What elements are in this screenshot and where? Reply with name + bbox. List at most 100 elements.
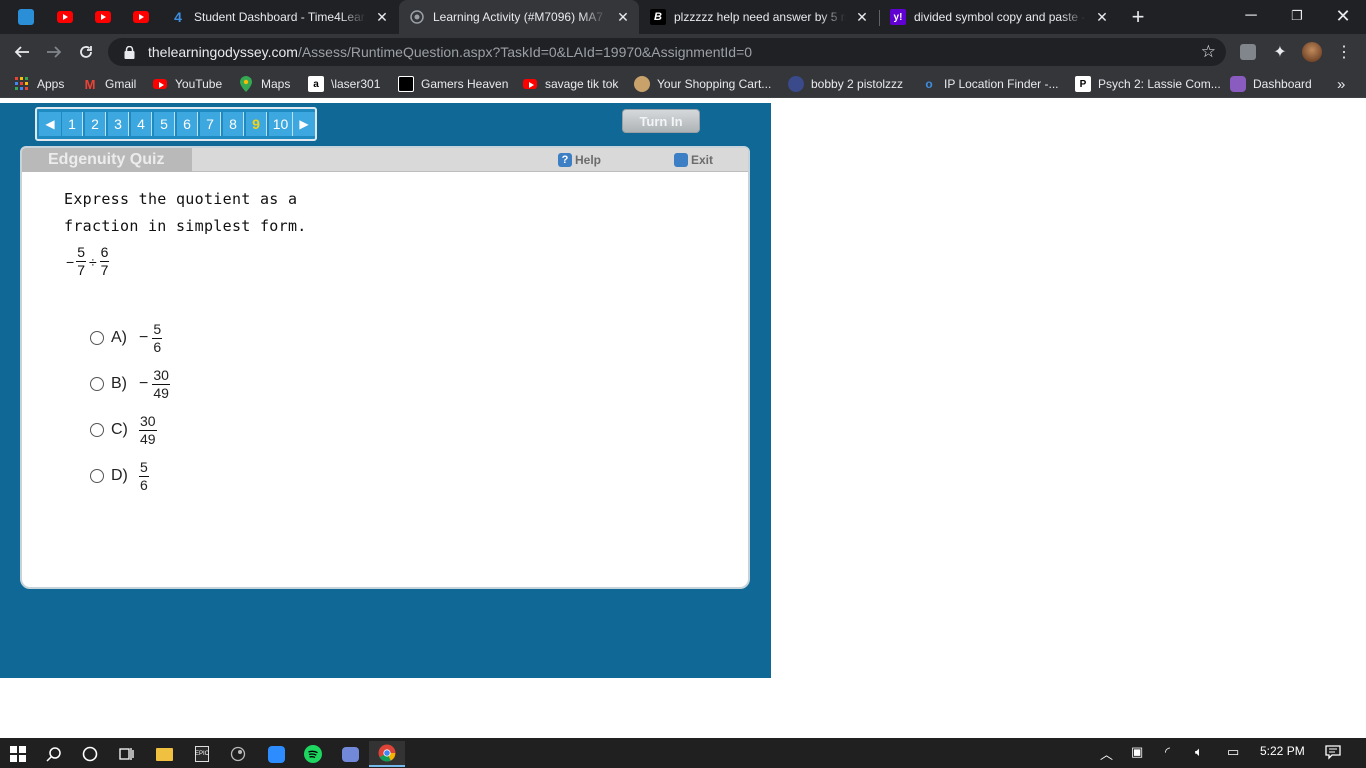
exit-button[interactable]: Exit [674,152,713,168]
close-window-button[interactable]: ✕ [1320,0,1366,32]
restore-button[interactable]: ❐ [1274,0,1320,32]
file-explorer-icon[interactable] [146,741,182,767]
bookmark-ip-location[interactable]: o IP Location Finder -... [921,75,1058,93]
minimize-button[interactable]: ─ [1228,0,1274,32]
close-tab-icon[interactable]: ✕ [613,7,633,27]
close-tab-icon[interactable]: ✕ [1092,7,1112,27]
cortana-icon[interactable] [72,741,108,767]
globe-icon [409,9,425,25]
bookmark-label: Gamers Heaven [421,77,509,91]
help-button[interactable]: ? Help [558,152,601,168]
answer-choice-c[interactable]: C) 30 49 [90,410,157,450]
extensions-puzzle-icon[interactable]: ✦ [1266,38,1294,66]
radio-button[interactable] [90,331,104,345]
yahoo-icon: y! [890,9,906,25]
answer-choice-d[interactable]: D) 5 6 [90,456,149,496]
back-arrow-icon [14,46,29,58]
previous-question-button[interactable]: ◀ [39,112,61,136]
denominator: 49 [153,384,169,401]
extension-button[interactable] [1234,38,1262,66]
bookmark-dashboard[interactable]: Dashboard [1230,75,1312,93]
bookmarks-overflow-button[interactable]: » [1337,75,1345,93]
close-tab-icon[interactable]: ✕ [372,7,392,27]
tab-title: divided symbol copy and paste - [914,10,1086,24]
discord-icon[interactable] [332,741,368,767]
notifications-icon[interactable] [1325,744,1341,763]
question-number-2[interactable]: 2 [85,112,106,136]
bookmark-label: \laser301 [331,77,381,91]
question-navigator: ◀ 1 2 3 4 5 6 7 8 9 10 ▶ [35,107,317,141]
bookmark-star-icon[interactable]: ☆ [1201,42,1216,62]
spotify-icon[interactable] [295,741,331,767]
forward-arrow-icon [47,46,62,58]
bookmark-psych2[interactable]: P Psych 2: Lassie Com... [1075,75,1221,93]
quiz-title: Edgenuity Quiz [22,148,192,172]
show-hidden-icons-chevron-icon[interactable]: ︿ [1100,744,1113,763]
question-number-3[interactable]: 3 [108,112,129,136]
meet-now-icon[interactable]: ▣ [1131,744,1143,760]
steam-icon[interactable] [220,741,256,767]
question-number-9[interactable]: 9 [246,112,267,136]
radio-button[interactable] [90,469,104,483]
forward-button[interactable] [40,38,68,66]
browser-tab-strip: 4 Student Dashboard - Time4Learn ✕ Learn… [0,0,1366,34]
clock[interactable]: 5:22 PM [1260,744,1305,758]
chrome-taskbar-icon[interactable] [369,741,405,767]
bookmark-apps[interactable]: Apps [14,75,64,93]
question-number-10[interactable]: 10 [269,112,293,136]
pinned-tab-youtube-3[interactable] [132,8,150,26]
chrome-menu-icon[interactable]: ⋮ [1330,38,1358,66]
question-number-4[interactable]: 4 [131,112,152,136]
turn-in-button[interactable]: Turn In [622,109,700,133]
bookmark-youtube[interactable]: YouTube [152,75,222,93]
back-button[interactable] [8,38,36,66]
pinned-tab-youtube-1[interactable] [56,8,74,26]
tab-brainly-question[interactable]: B plzzzzz help need answer by 5 m ✕ [640,0,878,34]
url-text: thelearningodyssey.com/Assess/RuntimeQue… [148,44,752,60]
question-number-8[interactable]: 8 [223,112,244,136]
bookmark-savage-tik-tok[interactable]: savage tik tok [522,75,618,93]
bookmark-gamers-heaven[interactable]: Gamers Heaven [398,75,508,93]
tab-yahoo-search[interactable]: y! divided symbol copy and paste - ✕ [880,0,1118,34]
wifi-icon[interactable]: ◜ [1165,744,1170,760]
address-bar[interactable]: thelearningodyssey.com/Assess/RuntimeQue… [108,38,1226,66]
reload-button[interactable] [72,38,100,66]
task-view-icon[interactable] [108,741,144,767]
battery-icon[interactable]: ▭ [1227,744,1239,760]
new-tab-button[interactable]: + [1124,3,1152,31]
answer-choice-b[interactable]: B) − 30 49 [90,364,170,404]
start-button[interactable] [0,741,36,767]
question-number-1[interactable]: 1 [62,112,83,136]
tab-student-dashboard[interactable]: 4 Student Dashboard - Time4Learn ✕ [160,0,398,34]
numerator: 30 [139,412,157,431]
pinned-tab-youtube-2[interactable] [94,8,112,26]
search-icon[interactable] [36,741,72,767]
next-question-button[interactable]: ▶ [293,112,315,136]
close-tab-icon[interactable]: ✕ [852,7,872,27]
radio-button[interactable] [90,377,104,391]
numerator: 30 [152,366,170,385]
quiz-frame: Edgenuity Quiz ? Help Exit Express the q… [20,146,750,589]
tab-title: plzzzzz help need answer by 5 m [674,10,846,24]
bookmark-maps[interactable]: Maps [238,75,290,93]
volume-icon[interactable]: 🔈︎ [1195,744,1203,760]
question-number-5[interactable]: 5 [154,112,175,136]
bookmark-bobby[interactable]: bobby 2 pistolzzz [788,75,903,93]
epic-games-icon[interactable]: EPIC [184,741,220,767]
profile-avatar[interactable] [1298,38,1326,66]
question-number-7[interactable]: 7 [200,112,221,136]
tab-learning-activity[interactable]: Learning Activity (#M7096) MA7 ✕ [399,0,639,34]
answer-choice-a[interactable]: A) − 5 6 [90,318,163,358]
youtube-icon [133,11,149,23]
pinned-tab-app-icon[interactable] [17,8,35,26]
bookmark-shopping-cart[interactable]: Your Shopping Cart... [634,75,771,93]
divide-operator: ÷ [88,253,97,270]
radio-button[interactable] [90,423,104,437]
question-number-6[interactable]: 6 [177,112,198,136]
bookmark-gmail[interactable]: M Gmail [82,75,137,93]
zoom-icon[interactable] [258,741,294,767]
url-path: /Assess/RuntimeQuestion.aspx?TaskId=0&LA… [297,44,753,60]
lock-icon[interactable] [120,45,138,59]
bookmark-laser301[interactable]: a \laser301 [308,75,380,93]
gmail-icon: M [84,76,96,92]
